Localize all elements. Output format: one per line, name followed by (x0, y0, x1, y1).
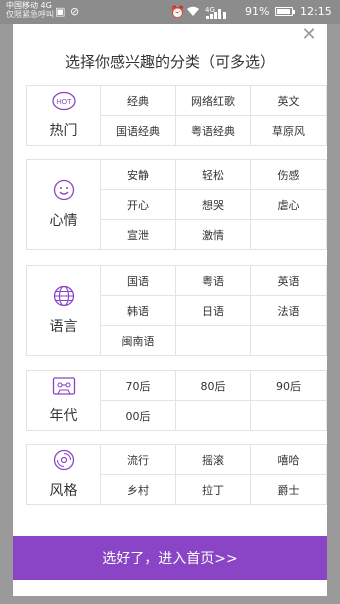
confirm-button[interactable]: 选好了，进入首页>> (13, 536, 327, 580)
category-group-label: 心情 (49, 213, 78, 229)
category-options-grid: 安静 轻松 伤感开心 想哭 虐心宣泄 激情 (101, 160, 326, 250)
empty-cell (251, 401, 326, 431)
category-group-header: 年代 (27, 371, 101, 430)
category-option[interactable]: 日语 (176, 296, 251, 326)
category-group-header: 风格 (27, 445, 101, 504)
category-dialog: ✕ 选择你感兴趣的分类（可多选） HOT 热门 经典 网络红歌 英文国语经典 粤语经典 草原… (13, 24, 327, 596)
status-bar: 中国移动 4G 仅限紧急呼叫 ▣ ⊘ ⏰ 4G 91% 12:15 (0, 0, 340, 24)
category-group: 语言 国语 粤语 英语韩语 日语 法语闽南语 (26, 265, 327, 356)
close-icon[interactable]: ✕ (299, 26, 319, 46)
globe-icon (53, 285, 75, 311)
watermark (270, 582, 330, 598)
category-option[interactable]: 摇滚 (176, 445, 251, 475)
dialog-title: 选择你感兴趣的分类（可多选） (64, 53, 275, 71)
category-options-grid: 经典 网络红歌 英文国语经典 粤语经典 草原风 (101, 86, 326, 146)
category-group: 心情 安静 轻松 伤感开心 想哭 虐心宣泄 激情 (26, 159, 327, 250)
alarm-icon: ⏰ (170, 5, 185, 19)
empty-cell (251, 220, 326, 250)
category-group: HOT 热门 经典 网络红歌 英文国语经典 粤语经典 草原风 (26, 85, 327, 146)
category-option[interactable]: 00后 (101, 401, 176, 431)
category-option[interactable]: 90后 (251, 371, 326, 401)
empty-cell (176, 326, 251, 356)
category-option[interactable]: 安静 (101, 160, 176, 190)
category-option[interactable]: 伤感 (251, 160, 326, 190)
category-option[interactable]: 想哭 (176, 190, 251, 220)
battery-icon (275, 7, 295, 16)
category-option[interactable]: 粤语经典 (176, 116, 251, 146)
battery-fill (277, 9, 290, 14)
no-sim-icon: ⊘ (70, 5, 80, 18)
category-group-header: 心情 (27, 160, 101, 249)
category-group-label: 语言 (49, 319, 78, 335)
category-option[interactable]: 闽南语 (101, 326, 176, 356)
category-option[interactable]: 70后 (101, 371, 176, 401)
category-options-grid: 流行 摇滚 嘻哈乡村 拉丁 爵士 (101, 445, 326, 505)
category-option[interactable]: 粤语 (176, 266, 251, 296)
carrier-label: 中国移动 4G (6, 1, 52, 10)
disc-icon (53, 449, 75, 475)
category-group-header: HOT 热门 (27, 86, 101, 145)
category-option[interactable]: 嘻哈 (251, 445, 326, 475)
category-option[interactable]: 国语经典 (101, 116, 176, 146)
category-option[interactable]: 拉丁 (176, 475, 251, 505)
category-option[interactable]: 开心 (101, 190, 176, 220)
category-option[interactable]: 网络红歌 (176, 86, 251, 116)
carrier-secondary-label: 仅限紧急呼叫 (6, 10, 54, 19)
smile-icon (53, 179, 75, 205)
category-option[interactable]: 国语 (101, 266, 176, 296)
category-option[interactable]: 虐心 (251, 190, 326, 220)
hot-icon-label: HOT (56, 99, 72, 106)
category-group-label: 年代 (49, 408, 78, 424)
image-icon: ▣ (55, 5, 66, 18)
category-option[interactable]: 流行 (101, 445, 176, 475)
category-options-grid: 70后 80后 90后 00后 (101, 371, 326, 431)
category-option[interactable]: 法语 (251, 296, 326, 326)
category-option[interactable]: 宣泄 (101, 220, 176, 250)
category-group: 年代 70后 80后 90后 00后 (26, 370, 327, 431)
battery-percent: 91% (245, 5, 270, 18)
category-option[interactable]: 轻松 (176, 160, 251, 190)
category-option[interactable]: 爵士 (251, 475, 326, 505)
category-option[interactable]: 80后 (176, 371, 251, 401)
wifi-icon (186, 5, 200, 20)
cassette-icon (52, 376, 76, 400)
category-option[interactable]: 英文 (251, 86, 326, 116)
hot-icon: HOT (51, 91, 76, 115)
category-option[interactable]: 草原风 (251, 116, 326, 146)
category-group-header: 语言 (27, 266, 101, 355)
empty-cell (176, 401, 251, 431)
category-options-grid: 国语 粤语 英语韩语 日语 法语闽南语 (101, 266, 326, 356)
carrier-info: 中国移动 4G 仅限紧急呼叫 (6, 1, 54, 19)
category-option[interactable]: 经典 (101, 86, 176, 116)
category-group-label: 热门 (49, 123, 78, 139)
empty-cell (251, 326, 326, 356)
category-option[interactable]: 英语 (251, 266, 326, 296)
category-option[interactable]: 乡村 (101, 475, 176, 505)
category-option[interactable]: 韩语 (101, 296, 176, 326)
category-option[interactable]: 激情 (176, 220, 251, 250)
category-group-label: 风格 (49, 483, 78, 499)
category-group: 风格 流行 摇滚 嘻哈乡村 拉丁 爵士 (26, 444, 327, 505)
clock: 12:15 (300, 5, 332, 18)
signal-icon (206, 8, 230, 22)
